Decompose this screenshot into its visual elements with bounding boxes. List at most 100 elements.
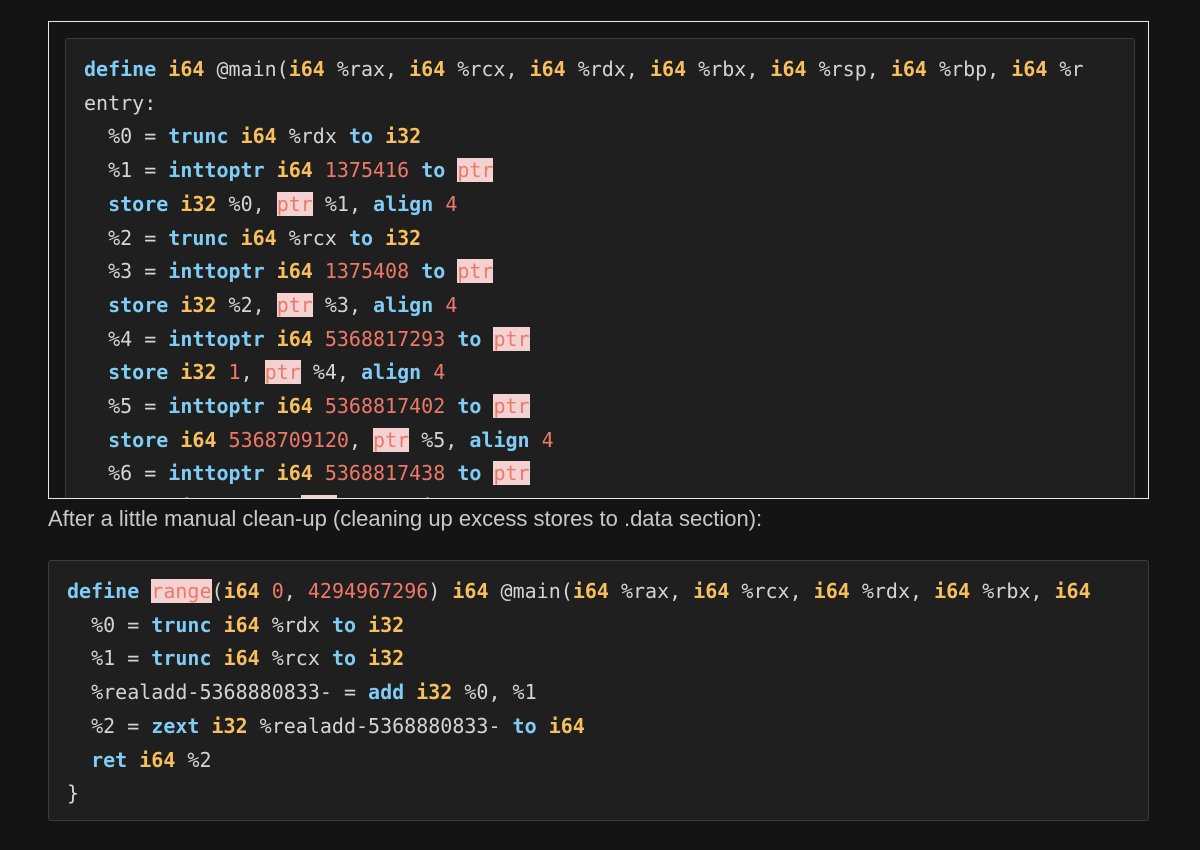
code-text-token: %3 = bbox=[84, 259, 169, 284]
code-text-token: %realadd-5368880833- = bbox=[67, 680, 369, 705]
type-token: i64 bbox=[572, 579, 609, 603]
code-line: %6 = inttoptr i64 5368817438 to ptr bbox=[84, 457, 1084, 491]
code-line: store i64 4144, ptr %6, align 4 bbox=[84, 491, 1084, 498]
code-line: } bbox=[67, 777, 1091, 811]
code-block-cleaned[interactable]: define range(i64 0, 4294967296) i64 @mai… bbox=[48, 560, 1149, 821]
code-text-token: , bbox=[240, 360, 265, 385]
number-token: 1375408 bbox=[324, 259, 410, 284]
number-token: 5368817402 bbox=[324, 394, 446, 419]
number-token: 4 bbox=[469, 495, 481, 498]
keyword-token: ret bbox=[91, 747, 128, 772]
number-token: 5368817438 bbox=[324, 461, 446, 486]
code-text-token: @main( bbox=[204, 57, 289, 81]
code-text-token: %realadd-5368880833- bbox=[247, 713, 513, 738]
number-token: 4144 bbox=[229, 495, 277, 498]
type-token: i64 bbox=[180, 427, 217, 452]
keyword-token: to bbox=[331, 612, 357, 637]
code-text-token: %rax, bbox=[324, 57, 410, 81]
keyword-token: to bbox=[348, 225, 374, 250]
code-text-token: ( bbox=[211, 579, 224, 603]
code-line: %5 = inttoptr i64 5368817402 to ptr bbox=[84, 390, 1084, 424]
code-text-token: %1 = bbox=[84, 158, 169, 183]
highlighted-token: ptr bbox=[276, 292, 313, 317]
type-token: i64 bbox=[452, 579, 489, 603]
code-text-token: , bbox=[283, 579, 308, 603]
type-token: i64 bbox=[223, 579, 260, 603]
code-line: entry: bbox=[84, 87, 1084, 121]
keyword-token: store bbox=[108, 292, 169, 317]
highlighted-token: ptr bbox=[276, 191, 313, 216]
code-text-token: %rcx bbox=[259, 646, 332, 671]
code-text-token: %rcx, bbox=[729, 579, 814, 603]
type-token: i64 bbox=[276, 394, 313, 419]
code-text-token: %rsp, bbox=[806, 57, 891, 81]
highlighted-token: ptr bbox=[300, 495, 337, 498]
code-text-token: %1 = bbox=[67, 646, 152, 671]
number-token: 4294967296 bbox=[307, 579, 429, 603]
highlighted-token: range bbox=[151, 579, 212, 603]
type-token: i64 bbox=[223, 646, 260, 671]
type-token: i32 bbox=[416, 680, 453, 705]
type-token: i64 bbox=[139, 747, 176, 772]
code-text-token: %rcx, bbox=[445, 57, 530, 81]
code-text-token: %rax, bbox=[608, 579, 694, 603]
keyword-token: inttoptr bbox=[168, 394, 265, 419]
code-line: define i64 @main(i64 %rax, i64 %rcx, i64… bbox=[84, 53, 1084, 87]
keyword-token: trunc bbox=[151, 612, 212, 637]
keyword-token: define bbox=[84, 57, 157, 81]
code-line: %3 = inttoptr i64 1375408 to ptr bbox=[84, 255, 1084, 289]
keyword-token: inttoptr bbox=[168, 461, 265, 486]
code-text-token: %2 = bbox=[67, 713, 152, 738]
code-text-token: %r bbox=[1047, 57, 1084, 81]
code-text-token: %rdx bbox=[259, 612, 332, 637]
type-token: i64 bbox=[1011, 57, 1048, 81]
type-token: i64 bbox=[223, 612, 260, 637]
type-token: i64 bbox=[409, 57, 446, 81]
code-lines-original: define i64 @main( i64 %rax, i64 %rcx, i64… bbox=[84, 53, 1084, 498]
type-token: i64 bbox=[548, 713, 585, 738]
highlighted-token: ptr bbox=[457, 158, 494, 183]
keyword-token: to bbox=[457, 461, 482, 486]
number-token: 4 bbox=[445, 191, 458, 216]
code-text-token: %2, bbox=[216, 292, 277, 317]
code-block-original[interactable]: define i64 @main( i64 %rax, i64 %rcx, i64… bbox=[65, 38, 1135, 498]
type-token: i64 bbox=[276, 259, 313, 284]
code-text-token: %1, bbox=[312, 191, 374, 216]
code-text-token: %0, %1 bbox=[452, 680, 537, 705]
type-token: i32 bbox=[385, 124, 422, 149]
type-token: i32 bbox=[180, 360, 217, 385]
code-text-token: entry: bbox=[84, 90, 157, 115]
number-token: 4 bbox=[433, 360, 446, 385]
code-line: store i32 %0, ptr %1, align 4 bbox=[84, 188, 1084, 222]
highlighted-token: ptr bbox=[373, 427, 410, 452]
code-text-token: %5 = bbox=[84, 394, 169, 419]
number-token: 5368817293 bbox=[324, 326, 446, 351]
code-text-token: %6, bbox=[337, 495, 397, 498]
type-token: i64 bbox=[1054, 579, 1091, 603]
type-token: i32 bbox=[211, 713, 248, 738]
